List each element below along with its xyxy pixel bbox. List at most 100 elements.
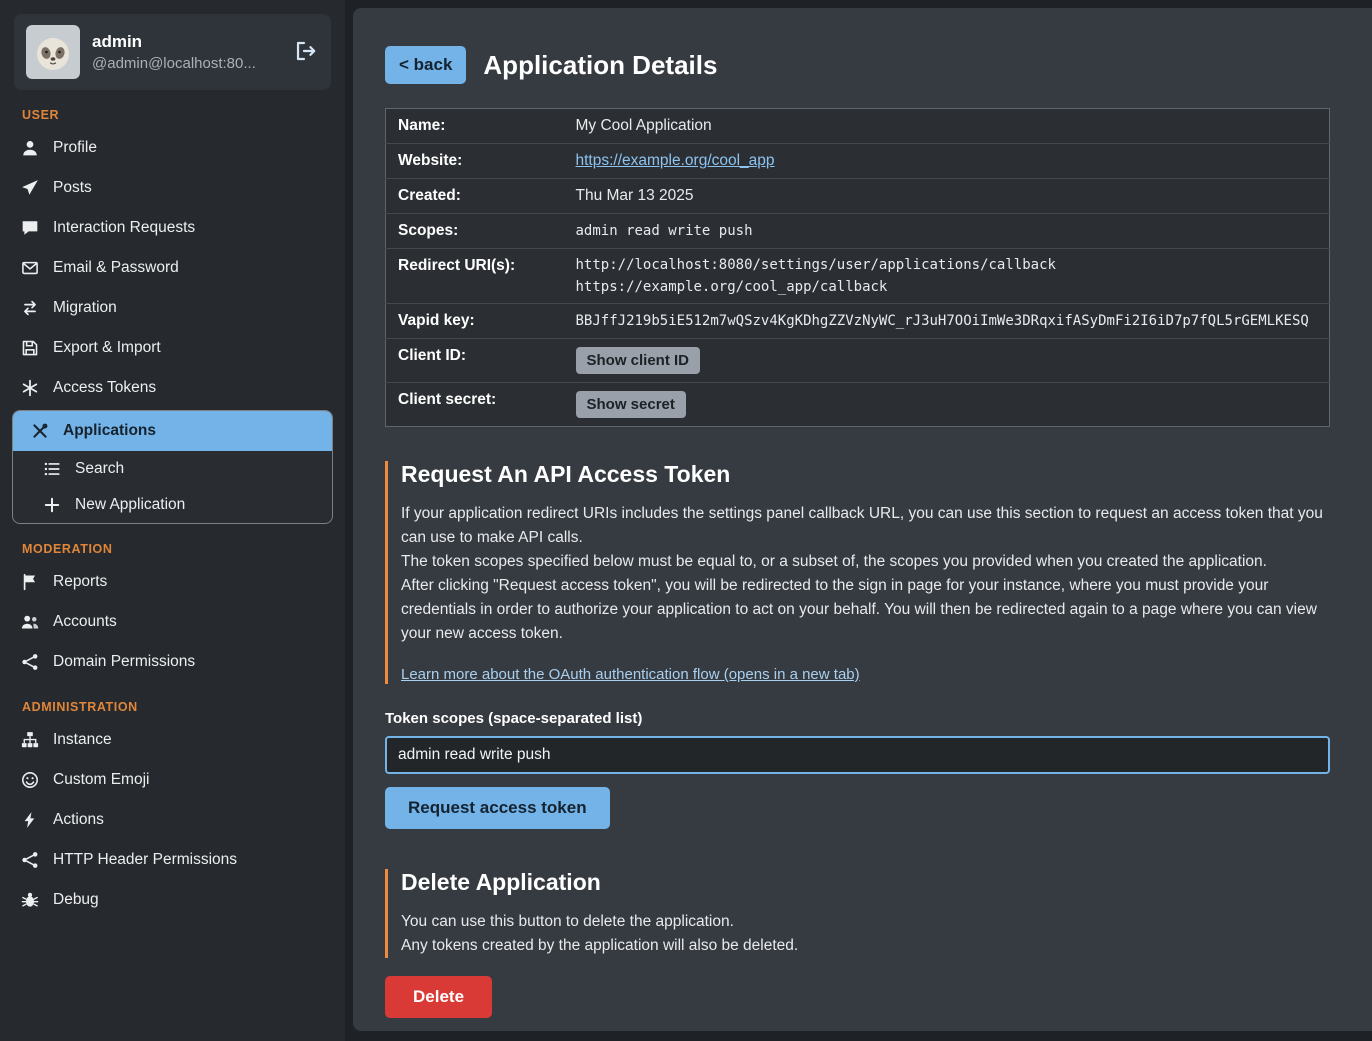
delete-section-title: Delete Application (401, 869, 1330, 896)
sidebar-item-new-application[interactable]: New Application (13, 487, 332, 523)
sidebar-item-reports[interactable]: Reports (0, 562, 345, 602)
sidebar-item-interaction-requests[interactable]: Interaction Requests (0, 208, 345, 248)
section-label-user: USER (22, 108, 345, 122)
applications-group: Applications Search New Application (12, 410, 333, 524)
token-section-title: Request An API Access Token (401, 461, 1330, 488)
token-section-paragraph-3: After clicking "Request access token", y… (401, 574, 1330, 646)
comment-icon (21, 219, 39, 237)
sidebar-item-export-import[interactable]: Export & Import (0, 328, 345, 368)
token-section-paragraph-1: If your application redirect URIs includ… (401, 502, 1330, 550)
sidebar-item-label: Email & Password (53, 259, 179, 277)
sidebar-item-http-header-permissions[interactable]: HTTP Header Permissions (0, 840, 345, 880)
user-meta: admin @admin@localhost:80... (92, 32, 281, 72)
user-name: admin (92, 32, 281, 52)
sidebar-item-label: Actions (53, 811, 104, 829)
detail-row-name: Name: My Cool Application (386, 109, 1330, 144)
detail-value-vapid-key: BBJffJ219b5iE512m7wQSzv4KgKDhgZZVzNyWC_r… (564, 304, 1330, 339)
show-secret-button[interactable]: Show secret (576, 391, 686, 418)
floppy-disk-icon (21, 339, 39, 357)
users-icon (21, 613, 39, 631)
sidebar-item-label: Custom Emoji (53, 771, 149, 789)
sidebar-item-label: Posts (53, 179, 92, 197)
main-panel: < back Application Details Name: My Cool… (353, 8, 1372, 1031)
detail-row-client-secret: Client secret: Show secret (386, 383, 1330, 427)
sidebar-item-posts[interactable]: Posts (0, 168, 345, 208)
section-label-administration: ADMINISTRATION (22, 700, 345, 714)
sidebar-item-label: HTTP Header Permissions (53, 851, 237, 869)
detail-value-name: My Cool Application (564, 109, 1330, 144)
sidebar-item-migration[interactable]: Migration (0, 288, 345, 328)
sitemap-icon (21, 731, 39, 749)
sidebar-item-accounts[interactable]: Accounts (0, 602, 345, 642)
detail-label-website: Website: (386, 144, 564, 179)
oauth-docs-link[interactable]: Learn more about the OAuth authenticatio… (401, 666, 860, 683)
paper-plane-icon (21, 179, 39, 197)
show-client-id-button[interactable]: Show client ID (576, 347, 701, 374)
section-label-moderation: MODERATION (22, 542, 345, 556)
sidebar-item-label: Export & Import (53, 339, 161, 357)
token-request-section: Request An API Access Token If your appl… (385, 461, 1330, 684)
sidebar-item-label: Access Tokens (53, 379, 156, 397)
sidebar-item-label: Profile (53, 139, 97, 157)
smiley-icon (21, 771, 39, 789)
token-scopes-label: Token scopes (space-separated list) (385, 710, 1330, 727)
list-icon (43, 460, 61, 478)
token-scopes-input[interactable] (385, 736, 1330, 774)
sidebar-item-domain-permissions[interactable]: Domain Permissions (0, 642, 345, 682)
app-layout: admin @admin@localhost:80... USER Profil… (0, 0, 1372, 1041)
back-button[interactable]: < back (385, 46, 466, 84)
detail-label-vapid-key: Vapid key: (386, 304, 564, 339)
detail-label-created: Created: (386, 179, 564, 214)
sidebar-item-label: Interaction Requests (53, 219, 195, 237)
bug-icon (21, 891, 39, 909)
detail-label-client-secret: Client secret: (386, 383, 564, 427)
detail-label-name: Name: (386, 109, 564, 144)
sidebar-item-label: Applications (63, 422, 156, 440)
transfer-arrows-icon (21, 299, 39, 317)
user-handle: @admin@localhost:80... (92, 55, 281, 72)
sidebar: admin @admin@localhost:80... USER Profil… (0, 0, 345, 1041)
avatar (26, 25, 80, 79)
delete-application-section: Delete Application You can use this butt… (385, 869, 1330, 958)
redirect-uri-1: http://localhost:8080/settings/user/appl… (576, 257, 1318, 273)
sidebar-item-profile[interactable]: Profile (0, 128, 345, 168)
user-card: admin @admin@localhost:80... (14, 14, 331, 90)
bolt-icon (21, 811, 39, 829)
website-link[interactable]: https://example.org/cool_app (576, 152, 775, 169)
sidebar-item-label: New Application (75, 496, 185, 514)
user-icon (21, 139, 39, 157)
page-header: < back Application Details (385, 46, 1330, 84)
share-nodes-icon (21, 851, 39, 869)
detail-row-client-id: Client ID: Show client ID (386, 339, 1330, 383)
detail-value-created: Thu Mar 13 2025 (564, 179, 1330, 214)
detail-row-vapid-key: Vapid key: BBJffJ219b5iE512m7wQSzv4KgKDh… (386, 304, 1330, 339)
sidebar-item-custom-emoji[interactable]: Custom Emoji (0, 760, 345, 800)
redirect-uri-2: https://example.org/cool_app/callback (576, 279, 1318, 295)
delete-button[interactable]: Delete (385, 976, 492, 1018)
sidebar-item-label: Instance (53, 731, 112, 749)
detail-row-redirect-uris: Redirect URI(s): http://localhost:8080/s… (386, 249, 1330, 304)
page-title: Application Details (483, 50, 717, 81)
flag-icon (21, 573, 39, 591)
detail-label-redirect-uris: Redirect URI(s): (386, 249, 564, 304)
detail-row-created: Created: Thu Mar 13 2025 (386, 179, 1330, 214)
detail-row-website: Website: https://example.org/cool_app (386, 144, 1330, 179)
token-section-paragraph-2: The token scopes specified below must be… (401, 550, 1330, 574)
sidebar-item-instance[interactable]: Instance (0, 720, 345, 760)
sidebar-item-access-tokens[interactable]: Access Tokens (0, 368, 345, 408)
sidebar-item-label: Domain Permissions (53, 653, 195, 671)
sidebar-item-label: Search (75, 460, 124, 478)
detail-label-scopes: Scopes: (386, 214, 564, 249)
share-nodes-icon (21, 653, 39, 671)
sidebar-item-debug[interactable]: Debug (0, 880, 345, 920)
logout-button[interactable] (293, 38, 319, 67)
sign-out-icon (295, 40, 317, 62)
sidebar-item-email-password[interactable]: Email & Password (0, 248, 345, 288)
request-access-token-button[interactable]: Request access token (385, 787, 610, 829)
asterisk-token-icon (21, 379, 39, 397)
sidebar-item-applications[interactable]: Applications (13, 411, 332, 451)
sidebar-item-actions[interactable]: Actions (0, 800, 345, 840)
sidebar-item-search[interactable]: Search (13, 451, 332, 487)
envelope-icon (21, 259, 39, 277)
sidebar-item-label: Debug (53, 891, 99, 909)
